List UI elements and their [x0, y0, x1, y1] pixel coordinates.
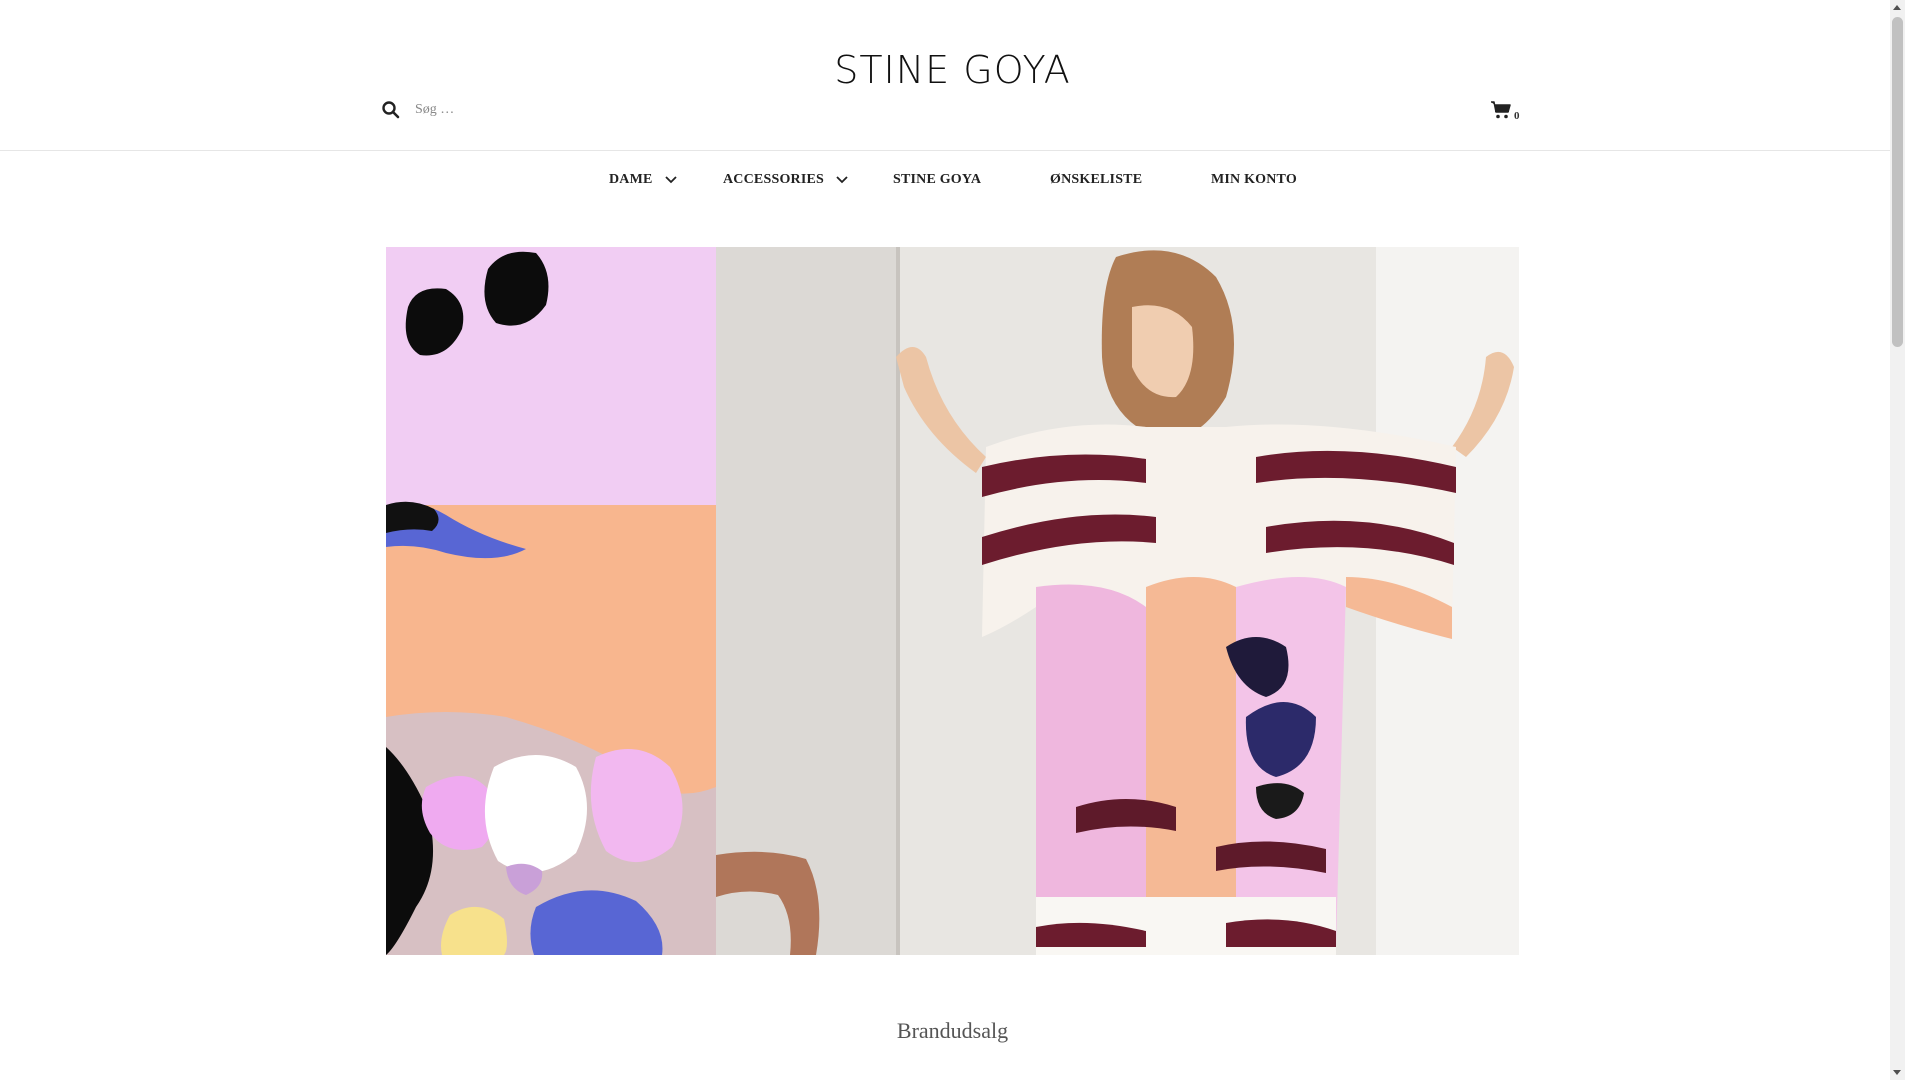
- nav-item-stine-goya[interactable]: STINE GOYA: [893, 172, 981, 188]
- nav-item-label: MIN KONTO: [1211, 172, 1297, 187]
- cart-count: 0: [1514, 110, 1520, 122]
- scroll-up-icon[interactable]: [1893, 5, 1901, 10]
- hero-caption[interactable]: Brandudsalg: [0, 1018, 1905, 1044]
- vertical-scrollbar[interactable]: [1890, 0, 1905, 1080]
- cart-button[interactable]: 0: [1490, 100, 1520, 122]
- nav-item-label: ACCESSORIES: [723, 172, 825, 187]
- header-divider: [0, 150, 1905, 151]
- scroll-down-icon[interactable]: [1893, 1070, 1901, 1075]
- search-input[interactable]: [413, 101, 717, 119]
- search-form: [381, 100, 717, 120]
- scrollbar-thumb[interactable]: [1892, 17, 1903, 347]
- nav-item-label: DAME: [609, 172, 653, 187]
- hero-banner[interactable]: [386, 247, 1519, 955]
- nav-item-dame[interactable]: DAME: [609, 172, 677, 188]
- page: STINE GOYA 0 DAME ACCESSORIES: [0, 0, 1905, 1080]
- nav-item-min-konto[interactable]: MIN KONTO: [1211, 172, 1297, 188]
- chevron-down-icon: [836, 176, 848, 184]
- nav-item-accessories[interactable]: ACCESSORIES: [723, 172, 848, 188]
- cart-icon: [1491, 101, 1511, 119]
- nav-item-label: STINE GOYA: [893, 172, 982, 187]
- nav-item-onskeliste[interactable]: ØNSKELISTE: [1050, 172, 1142, 188]
- nav-item-label: ØNSKELISTE: [1050, 172, 1143, 187]
- chevron-down-icon: [664, 176, 677, 184]
- main-nav: DAME ACCESSORIES STINE GOYA ØNSKELISTE M…: [0, 172, 1905, 192]
- search-icon[interactable]: [381, 100, 401, 120]
- site-logo[interactable]: STINE GOYA: [0, 48, 1905, 92]
- hero-image: [386, 247, 1519, 955]
